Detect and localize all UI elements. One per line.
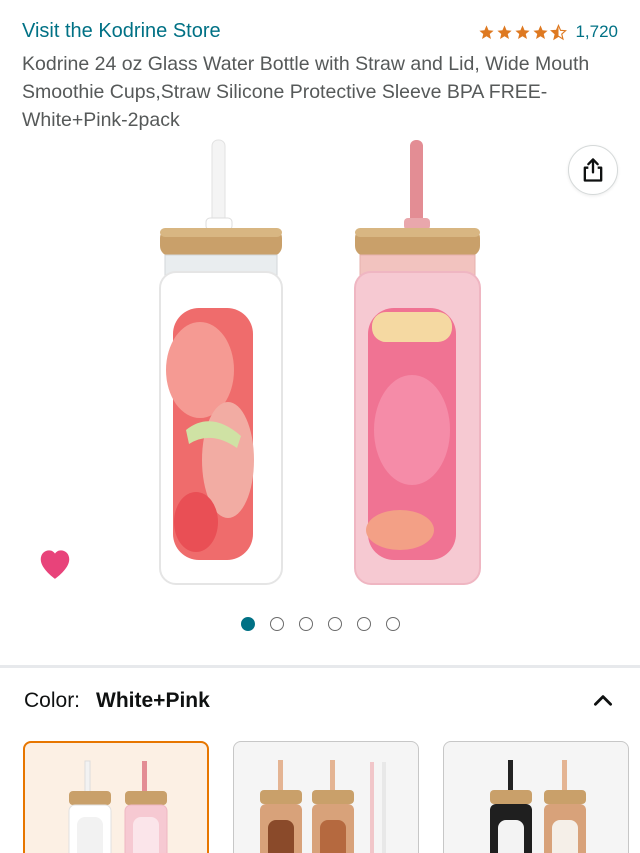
store-link[interactable]: Visit the Kodrine Store bbox=[22, 20, 221, 43]
carousel-dot[interactable] bbox=[298, 617, 313, 631]
pink-bottle bbox=[354, 140, 481, 585]
product-image[interactable] bbox=[0, 130, 640, 610]
share-icon bbox=[583, 158, 603, 182]
selected-color-value: White+Pink bbox=[96, 689, 210, 712]
swatch-brown[interactable] bbox=[233, 741, 419, 853]
chevron-up-icon[interactable] bbox=[590, 688, 616, 714]
star-rating bbox=[478, 23, 568, 41]
color-selector-header[interactable]: Color: White+Pink bbox=[24, 688, 616, 714]
carousel-dot[interactable] bbox=[356, 617, 371, 631]
carousel-dot[interactable] bbox=[385, 617, 400, 631]
color-label: Color: bbox=[24, 689, 81, 712]
carousel-dot[interactable] bbox=[269, 617, 284, 631]
heart-icon[interactable] bbox=[36, 545, 74, 581]
star-icon bbox=[533, 24, 549, 39]
swatch-image bbox=[260, 760, 386, 853]
swatch-image bbox=[490, 760, 586, 853]
carousel-dot[interactable] bbox=[240, 617, 255, 631]
section-divider bbox=[0, 665, 640, 668]
star-icon bbox=[515, 24, 531, 39]
share-button[interactable] bbox=[568, 145, 618, 195]
carousel-dot[interactable] bbox=[327, 617, 342, 631]
color-swatch-list bbox=[23, 741, 633, 853]
star-icon bbox=[497, 24, 513, 39]
image-carousel-indicators bbox=[0, 617, 640, 631]
swatch-white-pink[interactable] bbox=[23, 741, 209, 853]
star-icon bbox=[479, 24, 495, 39]
half-star-icon bbox=[550, 23, 568, 40]
product-title: Kodrine 24 oz Glass Water Bottle with St… bbox=[22, 53, 590, 131]
rating-count[interactable]: 1,720 bbox=[575, 22, 618, 42]
swatch-black-brown[interactable] bbox=[443, 741, 629, 853]
white-bottle bbox=[159, 139, 283, 585]
rating[interactable]: 1,720 bbox=[478, 22, 618, 42]
swatch-image bbox=[68, 760, 168, 853]
